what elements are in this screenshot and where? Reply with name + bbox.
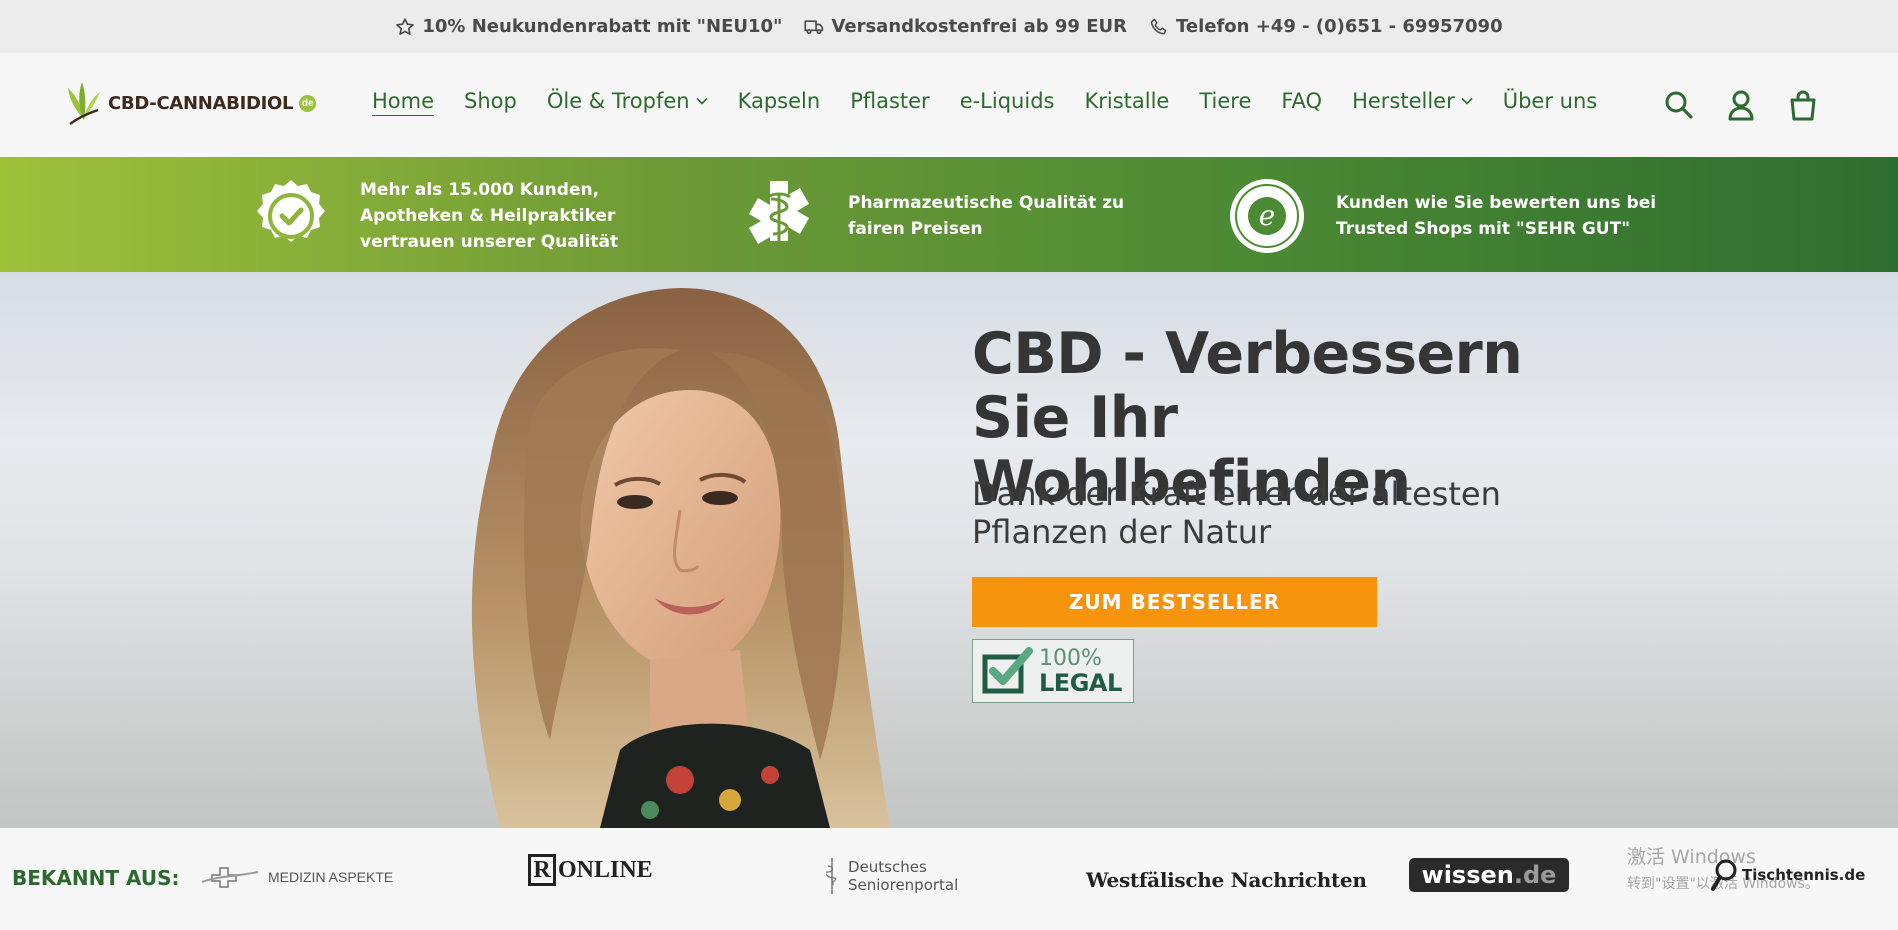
logo-tischtennis[interactable]: Tischtennis.de xyxy=(1710,858,1865,892)
announcement-bar: 10% Neukundenrabatt mit "NEU10" Versandk… xyxy=(0,0,1898,53)
phone-icon xyxy=(1150,18,1167,34)
announcement-phone[interactable]: Telefon +49 - (0)651 - 69957090 xyxy=(1149,16,1503,37)
nav-item-hersteller[interactable]: Hersteller xyxy=(1352,89,1473,113)
benefit-trusted-shops: e Kunden wie Sie bewerten uns bei Truste… xyxy=(1228,177,1656,255)
header-actions xyxy=(1664,89,1818,121)
site-header: CBD-CANNABIDIOL de Home Shop Öle & Tropf… xyxy=(0,53,1898,157)
nav-item-pflaster[interactable]: Pflaster xyxy=(850,89,930,113)
announcement-phone-text: Telefon +49 - (0)651 - 69957090 xyxy=(1175,16,1503,37)
cannabis-leaf-icon xyxy=(68,82,100,126)
search-icon[interactable] xyxy=(1664,89,1694,121)
press-bar: BEKANNT AUS: MEDIZIN ASPEKTE R ONLINE De… xyxy=(0,828,1898,930)
announcement-discount-text: 10% Neukundenrabatt mit "NEU10" xyxy=(422,16,783,37)
star-icon xyxy=(396,17,415,35)
nav-item-e-liquids[interactable]: e-Liquids xyxy=(960,89,1055,113)
announcement-shipping: Versandkostenfrei ab 99 EUR xyxy=(804,16,1127,37)
caduceus-icon xyxy=(749,181,809,244)
benefit-customers-text: Mehr als 15.000 Kunden, Apotheken & Heil… xyxy=(360,180,619,252)
staff-snake-icon xyxy=(826,858,837,894)
hero-banner: CBD - Verbessern Sie Ihr Wohlbefinden Da… xyxy=(0,272,1898,828)
nav-item-shop[interactable]: Shop xyxy=(464,89,517,113)
hero-woman-image xyxy=(471,288,890,828)
logo-text: CBD-CANNABIDIOL xyxy=(108,92,294,114)
nav-item-ueber-uns[interactable]: Über uns xyxy=(1503,89,1598,113)
announcement-discount: 10% Neukundenrabatt mit "NEU10" xyxy=(395,16,782,37)
announcement-shipping-text: Versandkostenfrei ab 99 EUR xyxy=(831,16,1127,37)
main-navigation: Home Shop Öle & Tropfen Kapseln Pflaster… xyxy=(372,89,1597,113)
r-online-mark: R xyxy=(528,854,556,886)
nav-item-tiere[interactable]: Tiere xyxy=(1199,89,1251,113)
hero-background-haze xyxy=(0,568,1898,828)
benefit-trusted-shops-text: Kunden wie Sie bewerten uns bei Trusted … xyxy=(1336,193,1657,239)
bestseller-button[interactable]: ZUM BESTSELLER xyxy=(972,577,1377,627)
benefit-customers: Mehr als 15.000 Kunden, Apotheken & Heil… xyxy=(252,177,618,255)
svg-text:e: e xyxy=(1259,199,1276,232)
nav-item-faq[interactable]: FAQ xyxy=(1281,89,1322,113)
logo-medizin-aspekte[interactable]: MEDIZIN ASPEKTE xyxy=(200,866,393,888)
hero-subtitle: Dank der Kraft einer der ältesten Pflanz… xyxy=(972,475,1501,551)
chevron-down-icon xyxy=(1461,97,1473,105)
logo-deutsches-seniorenportal[interactable]: Deutsches Seniorenportal xyxy=(826,856,958,896)
nav-item-kristalle[interactable]: Kristalle xyxy=(1084,89,1169,113)
account-icon[interactable] xyxy=(1726,89,1756,121)
legal-badge-text: 100% LEGAL xyxy=(1039,646,1122,697)
logo-r-online[interactable]: R ONLINE xyxy=(528,854,653,886)
benefit-quality-text: Pharmazeutische Qualität zu fairen Preis… xyxy=(848,193,1125,239)
checkmark-icon xyxy=(982,647,1033,694)
logo-domain-badge: de xyxy=(299,94,317,112)
site-logo[interactable]: CBD-CANNABIDIOL de xyxy=(64,80,317,126)
benefit-quality: Pharmazeutische Qualität zu fairen Preis… xyxy=(740,177,1124,255)
benefits-band: Mehr als 15.000 Kunden, Apotheken & Heil… xyxy=(0,157,1898,272)
check-seal-icon xyxy=(257,180,325,242)
medical-cross-icon xyxy=(201,867,259,888)
nav-item-oele-tropfen[interactable]: Öle & Tropfen xyxy=(547,89,708,113)
trusted-shops-icon: e xyxy=(1230,179,1304,253)
cart-icon[interactable] xyxy=(1788,89,1818,121)
legal-badge: 100% LEGAL xyxy=(972,639,1134,703)
magnifier-icon xyxy=(1711,859,1737,891)
truck-icon xyxy=(804,19,824,34)
press-label: BEKANNT AUS: xyxy=(12,866,180,890)
nav-item-home[interactable]: Home xyxy=(372,89,434,113)
chevron-down-icon xyxy=(696,97,708,105)
logo-westfaelische-nachrichten[interactable]: Westfälische Nachrichten xyxy=(1086,868,1367,892)
nav-item-kapseln[interactable]: Kapseln xyxy=(738,89,821,113)
logo-wissen-de[interactable]: wissen .de xyxy=(1409,858,1569,892)
